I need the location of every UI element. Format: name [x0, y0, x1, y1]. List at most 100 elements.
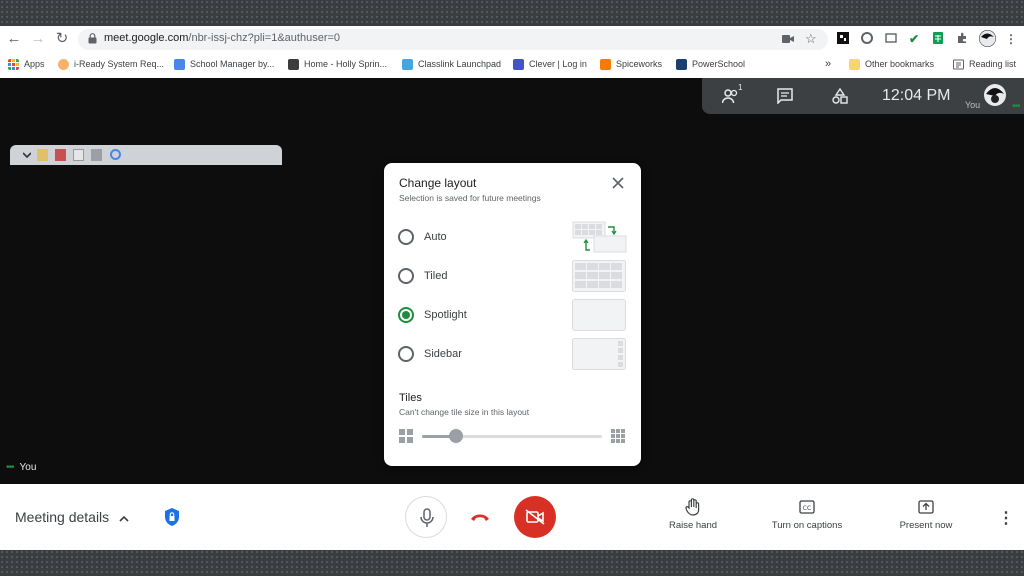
small-tiles-icon [611, 429, 625, 443]
bookmark-powerschool[interactable]: PowerSchool [676, 56, 745, 72]
clever-favicon-icon [513, 58, 524, 70]
chevron-up-icon [119, 515, 129, 522]
reload-icon[interactable]: ↻ [54, 31, 70, 47]
raise-hand-icon [685, 498, 700, 516]
option-label: Auto [424, 231, 447, 243]
sidebar-layout-icon [572, 338, 626, 370]
radio-auto[interactable] [398, 229, 414, 245]
present-screen-icon [918, 500, 934, 514]
option-label: Tiled [424, 270, 448, 282]
radio-tiled[interactable] [398, 268, 414, 284]
microphone-button[interactable] [405, 496, 447, 538]
profile-avatar-icon[interactable] [979, 30, 996, 47]
chevron-down-icon[interactable] [23, 151, 31, 159]
extension-check-icon[interactable]: ✔ [907, 32, 921, 46]
bookmark-classlink[interactable]: Classlink Launchpad [402, 56, 501, 72]
reading-list-label: Reading list [969, 59, 1017, 69]
large-tiles-icon [399, 429, 413, 443]
captions-icon: CC [799, 500, 815, 514]
star-icon[interactable]: ☆ [805, 31, 817, 47]
bookmark-iready[interactable]: i-Ready System Req... [58, 56, 164, 72]
apps-grid-icon [8, 58, 19, 70]
chrome-menu-icon[interactable]: ⋮ [1004, 32, 1018, 46]
bookmark-clever[interactable]: Clever | Log in [513, 56, 587, 72]
layout-option-spotlight[interactable]: Spotlight [398, 298, 628, 332]
captions-button[interactable]: CC Turn on captions [762, 500, 852, 531]
holly-springs-favicon-icon [288, 58, 299, 70]
bookmark-label: School Manager by... [190, 59, 275, 69]
meet-bottom-bar: Meeting details Raise hand CC Turn on ca… [0, 484, 1024, 550]
pin-icon[interactable] [91, 149, 102, 161]
school-manager-favicon-icon [174, 58, 185, 70]
raise-hand-button[interactable]: Raise hand [660, 498, 726, 531]
close-icon[interactable] [610, 175, 626, 191]
dialog-title: Change layout [399, 176, 477, 190]
change-layout-dialog: Change layout Selection is saved for fut… [384, 163, 641, 466]
lock-icon[interactable] [88, 33, 97, 44]
folder-icon [849, 58, 860, 70]
iready-favicon-icon [58, 58, 69, 70]
extensions-puzzle-icon[interactable] [955, 32, 969, 46]
bookmark-label: Clever | Log in [529, 59, 587, 69]
bookmarks-overflow-chevron[interactable]: » [825, 56, 831, 72]
meeting-details-label: Meeting details [15, 509, 110, 525]
document-icon[interactable] [73, 149, 84, 161]
notes-icon[interactable] [37, 149, 48, 161]
spiceworks-favicon-icon [600, 58, 611, 70]
bookmark-label: Apps [24, 59, 45, 69]
layout-option-tiled[interactable]: Tiled [398, 259, 628, 293]
bookmark-label: Spiceworks [616, 59, 663, 69]
meet-stage: 1 12:04 PM You ••• ••• You Change layout… [0, 78, 1024, 550]
layout-option-auto[interactable]: Auto [398, 220, 628, 254]
radio-spotlight[interactable] [398, 307, 414, 323]
bookmark-spiceworks[interactable]: Spiceworks [600, 56, 662, 72]
back-icon[interactable]: ← [6, 31, 22, 47]
microphone-icon [420, 508, 434, 527]
clipboard-icon[interactable] [55, 149, 66, 161]
bookmark-school-manager[interactable]: School Manager by... [174, 56, 274, 72]
meeting-clock: 12:04 PM [882, 87, 951, 104]
option-label: Sidebar [424, 348, 462, 360]
tiles-heading: Tiles [399, 392, 422, 404]
loop-icon[interactable] [110, 149, 121, 160]
radio-sidebar[interactable] [398, 346, 414, 362]
option-label: Spotlight [424, 309, 467, 321]
extension-cast-icon[interactable] [884, 32, 898, 46]
bookmark-label: Home - Holly Sprin... [304, 59, 388, 69]
chat-icon[interactable] [776, 88, 794, 104]
camera-indicator-icon[interactable] [782, 34, 794, 44]
bookmark-other[interactable]: Other bookmarks [849, 56, 934, 72]
spotlight-layout-icon [572, 299, 626, 331]
self-view-label: You [965, 100, 981, 110]
meeting-details-button[interactable]: Meeting details [15, 509, 129, 525]
leave-call-button[interactable] [459, 496, 501, 538]
reading-list[interactable]: Reading list [953, 56, 1016, 72]
forward-icon[interactable]: → [30, 31, 46, 47]
host-controls-shield-icon[interactable] [164, 507, 180, 527]
extension-circle-icon[interactable] [860, 32, 874, 46]
url-text[interactable]: meet.google.com/nbr-issj-chz?pli=1&authu… [104, 32, 340, 44]
more-options-icon[interactable]: ⋮ [998, 508, 1014, 528]
tiled-layout-icon [572, 260, 626, 292]
omnibox[interactable]: meet.google.com/nbr-issj-chz?pli=1&authu… [78, 29, 828, 50]
bookmark-label: i-Ready System Req... [74, 59, 165, 69]
powerschool-favicon-icon [676, 58, 687, 70]
present-now-button[interactable]: Present now [890, 500, 962, 531]
tiles-subtitle: Can't change tile size in this layout [399, 407, 530, 417]
bookmark-apps[interactable]: Apps [8, 56, 45, 72]
present-now-label: Present now [899, 520, 953, 531]
dialog-subtitle: Selection is saved for future meetings [399, 193, 541, 203]
extension-qr-icon[interactable] [836, 32, 850, 46]
camera-off-icon [525, 509, 545, 525]
activities-icon[interactable] [831, 88, 849, 104]
raise-hand-label: Raise hand [668, 520, 718, 531]
self-avatar[interactable] [984, 84, 1006, 106]
speaking-dots-icon: ••• [6, 462, 14, 473]
bookmark-holly-springs[interactable]: Home - Holly Sprin... [288, 56, 387, 72]
extension-sheets-icon[interactable] [931, 32, 945, 46]
bookmark-label: Classlink Launchpad [418, 59, 502, 69]
bookmark-label: PowerSchool [692, 59, 746, 69]
camera-toggle-button[interactable] [514, 496, 556, 538]
address-row: ← → ↻ meet.google.com/nbr-issj-chz?pli=1… [0, 26, 1024, 52]
layout-option-sidebar[interactable]: Sidebar [398, 337, 628, 371]
